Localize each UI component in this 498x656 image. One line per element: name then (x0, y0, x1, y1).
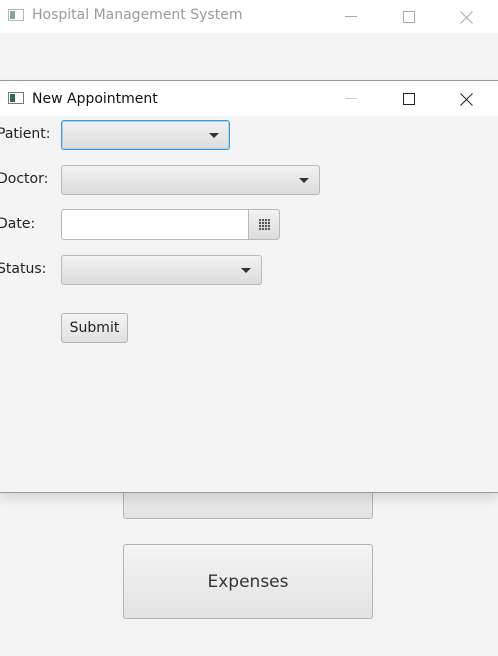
close-icon (460, 92, 474, 106)
status-combo[interactable] (61, 255, 262, 285)
chevron-down-icon (209, 133, 219, 138)
main-minimize-button[interactable] (328, 0, 374, 33)
main-close-button[interactable] (444, 0, 490, 33)
patient-combo[interactable] (61, 120, 230, 150)
chevron-down-icon (241, 268, 251, 273)
app-icon (8, 9, 24, 21)
main-maximize-button[interactable] (386, 0, 432, 33)
maximize-icon (403, 10, 415, 23)
dialog-close-button[interactable] (444, 81, 490, 116)
minimize-icon (345, 16, 357, 17)
new-appointment-dialog: New Appointment Patient: Doctor: Date: S… (0, 80, 498, 493)
status-label: Status: (0, 261, 47, 277)
dialog-minimize-button (328, 81, 374, 116)
app-icon (8, 92, 24, 104)
date-input[interactable] (61, 209, 249, 240)
doctor-combo[interactable] (61, 165, 320, 195)
dialog-titlebar: New Appointment (0, 81, 498, 116)
maximize-icon (403, 92, 415, 105)
dialog-maximize-button[interactable] (386, 81, 432, 116)
expenses-button[interactable]: Expenses (123, 544, 373, 619)
main-window-titlebar: Hospital Management System (0, 0, 498, 33)
calendar-icon (259, 219, 270, 230)
main-window-title: Hospital Management System (32, 7, 243, 23)
chevron-down-icon (299, 178, 309, 183)
dialog-title: New Appointment (32, 91, 158, 107)
submit-button[interactable]: Submit (61, 313, 128, 343)
doctor-label: Doctor: (0, 171, 49, 187)
patient-label: Patient: (0, 126, 51, 142)
date-label: Date: (0, 216, 36, 232)
date-picker-button[interactable] (248, 209, 280, 240)
minimize-icon (345, 98, 357, 99)
close-icon (460, 10, 474, 24)
